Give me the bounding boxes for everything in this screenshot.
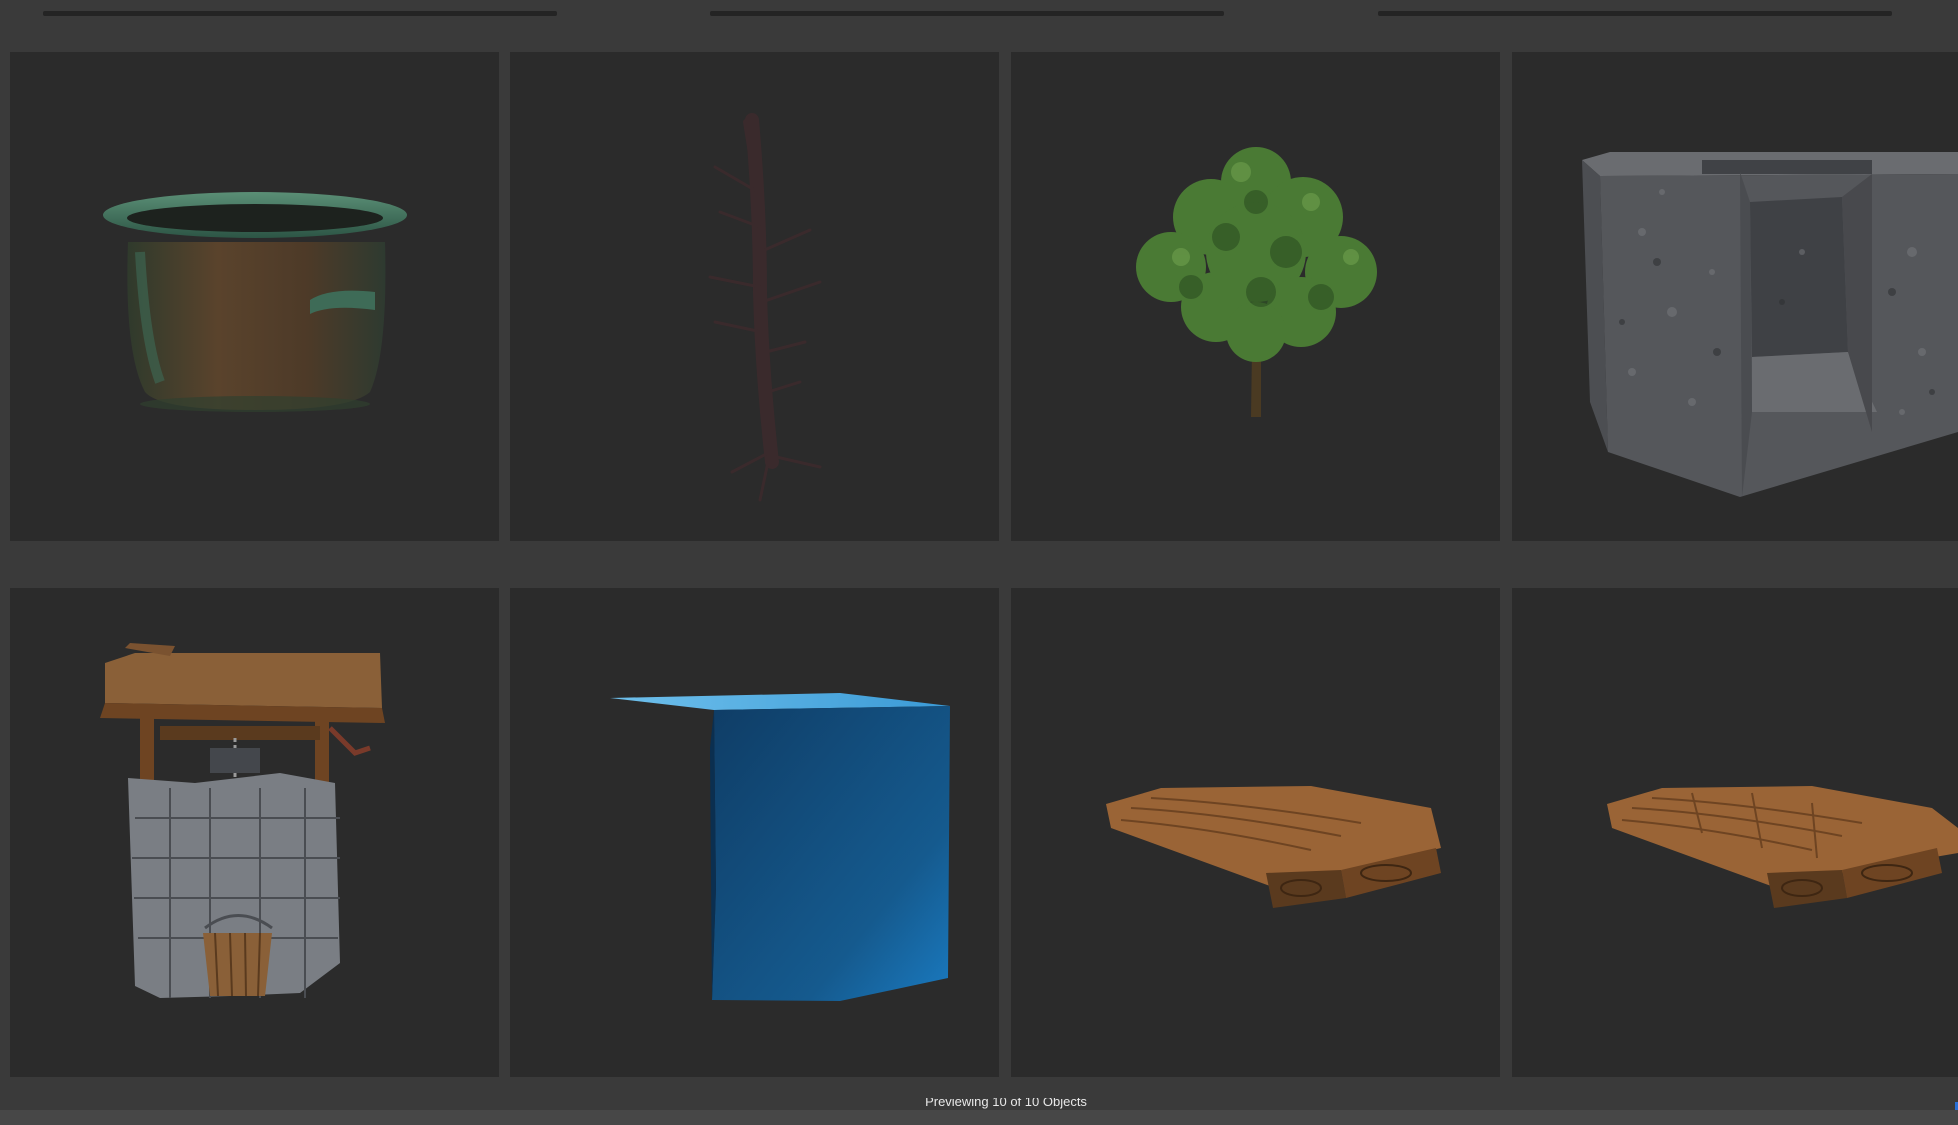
- blue-water-block-thumbnail: [610, 693, 950, 1001]
- dead-tree-thumbnail: [708, 113, 822, 502]
- asset-tile-leafy-tree[interactable]: [1011, 52, 1500, 541]
- preview-count-text: Previewing 10 of 10 Objects: [925, 1098, 1087, 1109]
- asset-grid: [0, 0, 1958, 1100]
- wooden-planks-cut-thumbnail: [1607, 786, 1958, 908]
- asset-tile-blue-water-block[interactable]: [510, 588, 999, 1077]
- asset-preview-window: Previewing 10 of 10 Objects: [0, 0, 1958, 1125]
- asset-tile-wooden-planks[interactable]: [1011, 588, 1500, 1077]
- asset-tile-stone-well[interactable]: [10, 588, 499, 1077]
- asset-tile-dead-tree[interactable]: [510, 52, 999, 541]
- stone-well-thumbnail: [100, 643, 385, 998]
- wooden-planks-thumbnail: [1106, 786, 1441, 908]
- cooking-pot-thumbnail: [103, 192, 407, 412]
- bottom-strip: [0, 1110, 1958, 1125]
- asset-tile-wooden-planks-cut[interactable]: [1512, 588, 1958, 1077]
- asset-tile-stone-block[interactable]: [1512, 52, 1958, 541]
- stone-block-thumbnail: [1582, 152, 1958, 497]
- status-bar: Previewing 10 of 10 Objects: [0, 1098, 1958, 1110]
- leafy-tree-thumbnail: [1136, 147, 1377, 417]
- asset-tile-cooking-pot[interactable]: [10, 52, 499, 541]
